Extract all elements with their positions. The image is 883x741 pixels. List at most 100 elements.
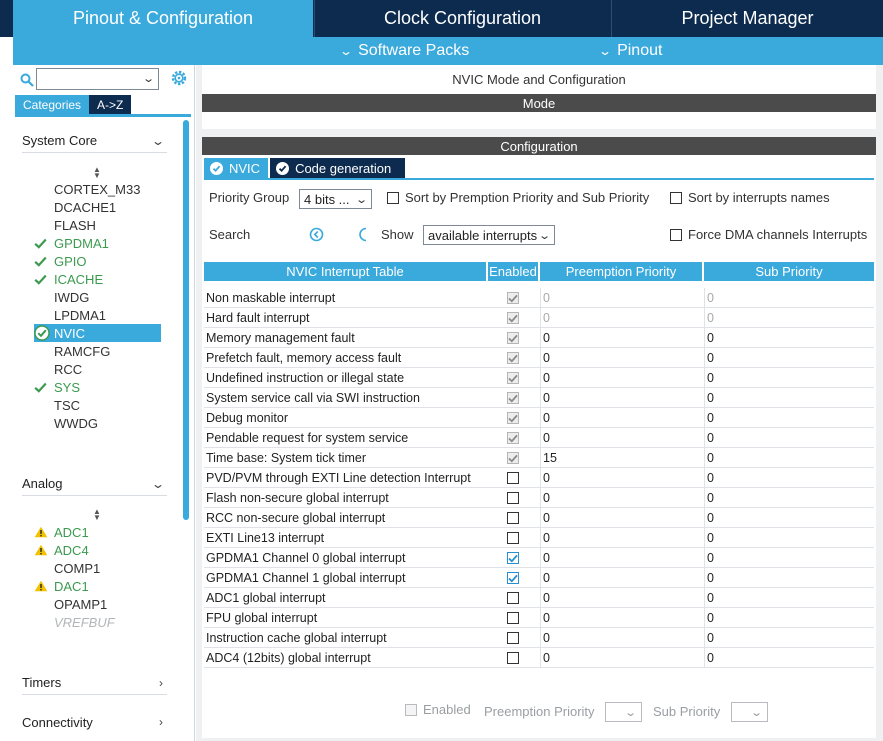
show-select[interactable]: available interrupts ⌄ (423, 225, 555, 245)
table-row[interactable]: Instruction cache global interrupt 0 0 (204, 628, 874, 648)
table-row[interactable]: Hard fault interrupt 0 0 (204, 308, 874, 328)
preemption-priority-cell[interactable]: 0 (540, 568, 702, 588)
preemption-priority-cell[interactable]: 0 (540, 608, 702, 628)
enabled-checkbox[interactable] (507, 512, 519, 524)
table-row[interactable]: GPDMA1 Channel 1 global interrupt 0 0 (204, 568, 874, 588)
sidebar-item-rcc[interactable]: RCC (34, 360, 174, 378)
enabled-checkbox[interactable] (507, 552, 519, 564)
sidebar-item-tsc[interactable]: TSC (34, 396, 174, 414)
sort-premption-option[interactable]: Sort by Premption Priority and Sub Prior… (387, 190, 649, 205)
sidebar-item-cortex_m33[interactable]: CORTEX_M33 (34, 180, 174, 198)
sidebar-item-sys[interactable]: SYS (34, 378, 174, 396)
column-header-sub-priority[interactable]: Sub Priority (704, 262, 874, 281)
pinout-menu[interactable]: ⌄ Pinout (598, 37, 662, 65)
column-header-preemption[interactable]: Preemption Priority (540, 262, 702, 281)
column-header-enabled[interactable]: Enabled (488, 262, 538, 281)
enabled-checkbox[interactable] (507, 592, 519, 604)
table-row[interactable]: GPDMA1 Channel 0 global interrupt 0 0 (204, 548, 874, 568)
gear-icon[interactable] (170, 69, 188, 87)
preemption-priority-cell[interactable]: 0 (540, 348, 702, 368)
enabled-checkbox[interactable] (507, 492, 519, 504)
table-row[interactable]: EXTI Line13 interrupt 0 0 (204, 528, 874, 548)
preemption-priority-cell[interactable]: 0 (540, 468, 702, 488)
sub-priority-cell[interactable]: 0 (704, 568, 874, 588)
sidebar-item-dcache1[interactable]: DCACHE1 (34, 198, 174, 216)
sort-premption-checkbox[interactable] (387, 191, 399, 204)
table-row[interactable]: Time base: System tick timer 15 0 (204, 448, 874, 468)
tab-nvic[interactable]: NVIC (204, 158, 269, 178)
group-system-core[interactable]: System Core ⌄ (22, 129, 167, 153)
preemption-priority-cell[interactable]: 0 (540, 428, 702, 448)
tab-a-to-z[interactable]: A->Z (89, 95, 132, 114)
preemption-priority-cell[interactable]: 0 (540, 528, 702, 548)
sidebar-item-wwdg[interactable]: WWDG (34, 414, 174, 432)
sidebar-item-lpdma1[interactable]: LPDMA1 (34, 306, 174, 324)
table-row[interactable]: FPU global interrupt 0 0 (204, 608, 874, 628)
bulk-preemption-select[interactable]: ⌄ (605, 702, 642, 722)
bulk-sub-priority-select[interactable]: ⌄ (731, 702, 768, 722)
preemption-priority-cell[interactable]: 0 (540, 508, 702, 528)
mode-section-header[interactable]: Mode (202, 94, 876, 112)
sort-names-checkbox[interactable] (670, 191, 682, 204)
sub-priority-cell[interactable]: 0 (704, 408, 874, 428)
preemption-priority-cell[interactable]: 15 (540, 448, 702, 468)
table-row[interactable]: Non maskable interrupt 0 0 (204, 288, 874, 308)
sub-priority-cell[interactable]: 0 (704, 348, 874, 368)
sub-priority-cell[interactable]: 0 (704, 608, 874, 628)
sidebar-item-adc4[interactable]: ADC4 (34, 541, 174, 559)
sidebar-item-gpdma1[interactable]: GPDMA1 (34, 234, 174, 252)
column-header-interrupt[interactable]: NVIC Interrupt Table (204, 262, 486, 281)
sub-priority-cell[interactable]: 0 (704, 368, 874, 388)
sort-icon[interactable]: ▲ ▼ (93, 508, 101, 522)
sub-priority-cell[interactable]: 0 (704, 468, 874, 488)
tab-code-generation[interactable]: Code generation (270, 158, 406, 178)
bulk-enabled-option[interactable]: Enabled (405, 702, 471, 717)
sidebar-item-ramcfg[interactable]: RAMCFG (34, 342, 174, 360)
sub-priority-cell[interactable]: 0 (704, 428, 874, 448)
sidebar-item-gpio[interactable]: GPIO (34, 252, 174, 270)
search-previous-icon[interactable] (309, 227, 324, 242)
search-input[interactable]: ⌄ (36, 68, 159, 90)
software-packs-menu[interactable]: ⌄ Software Packs (339, 37, 469, 65)
preemption-priority-cell[interactable]: 0 (540, 408, 702, 428)
sidebar-item-dac1[interactable]: DAC1 (34, 577, 174, 595)
table-row[interactable]: Memory management fault 0 0 (204, 328, 874, 348)
sidebar-item-adc1[interactable]: ADC1 (34, 523, 174, 541)
sub-priority-cell[interactable]: 0 (704, 488, 874, 508)
preemption-priority-cell[interactable]: 0 (540, 328, 702, 348)
sidebar-item-nvic[interactable]: NVIC (34, 324, 161, 342)
preemption-priority-cell[interactable]: 0 (540, 628, 702, 648)
sidebar-item-flash[interactable]: FLASH (34, 216, 174, 234)
enabled-checkbox[interactable] (507, 612, 519, 624)
search-next-icon[interactable] (359, 227, 367, 242)
sub-priority-cell[interactable]: 0 (704, 528, 874, 548)
group-connectivity[interactable]: Connectivity › (22, 710, 167, 734)
table-row[interactable]: PVD/PVM through EXTI Line detection Inte… (204, 468, 874, 488)
group-analog[interactable]: Analog ⌄ (22, 472, 167, 496)
table-row[interactable]: RCC non-secure global interrupt 0 0 (204, 508, 874, 528)
enabled-checkbox[interactable] (507, 472, 519, 484)
table-row[interactable]: Pendable request for system service 0 0 (204, 428, 874, 448)
sub-priority-cell[interactable]: 0 (704, 628, 874, 648)
force-dma-checkbox[interactable] (670, 228, 682, 241)
configuration-section-header[interactable]: Configuration (202, 137, 876, 155)
tab-clock-configuration[interactable]: Clock Configuration (314, 0, 610, 37)
tab-pinout-configuration[interactable]: Pinout & Configuration (13, 0, 313, 37)
sidebar-item-opamp1[interactable]: OPAMP1 (34, 595, 174, 613)
scrollbar-thumb[interactable] (183, 120, 189, 520)
table-row[interactable]: ADC4 (12bits) global interrupt 0 0 (204, 648, 874, 668)
enabled-checkbox[interactable] (507, 632, 519, 644)
preemption-priority-cell[interactable]: 0 (540, 388, 702, 408)
sort-icon[interactable]: ▲ ▼ (93, 166, 101, 180)
table-row[interactable]: Undefined instruction or illegal state 0 0 (204, 368, 874, 388)
preemption-priority-cell[interactable]: 0 (540, 488, 702, 508)
sub-priority-cell[interactable]: 0 (704, 388, 874, 408)
table-row[interactable]: Prefetch fault, memory access fault 0 0 (204, 348, 874, 368)
sub-priority-cell[interactable]: 0 (704, 648, 874, 668)
force-dma-option[interactable]: Force DMA channels Interrupts (670, 227, 867, 242)
sidebar-item-iwdg[interactable]: IWDG (34, 288, 174, 306)
tab-categories[interactable]: Categories (15, 95, 90, 114)
bulk-enabled-checkbox[interactable] (405, 703, 417, 716)
table-row[interactable]: ADC1 global interrupt 0 0 (204, 588, 874, 608)
preemption-priority-cell[interactable]: 0 (540, 648, 702, 668)
